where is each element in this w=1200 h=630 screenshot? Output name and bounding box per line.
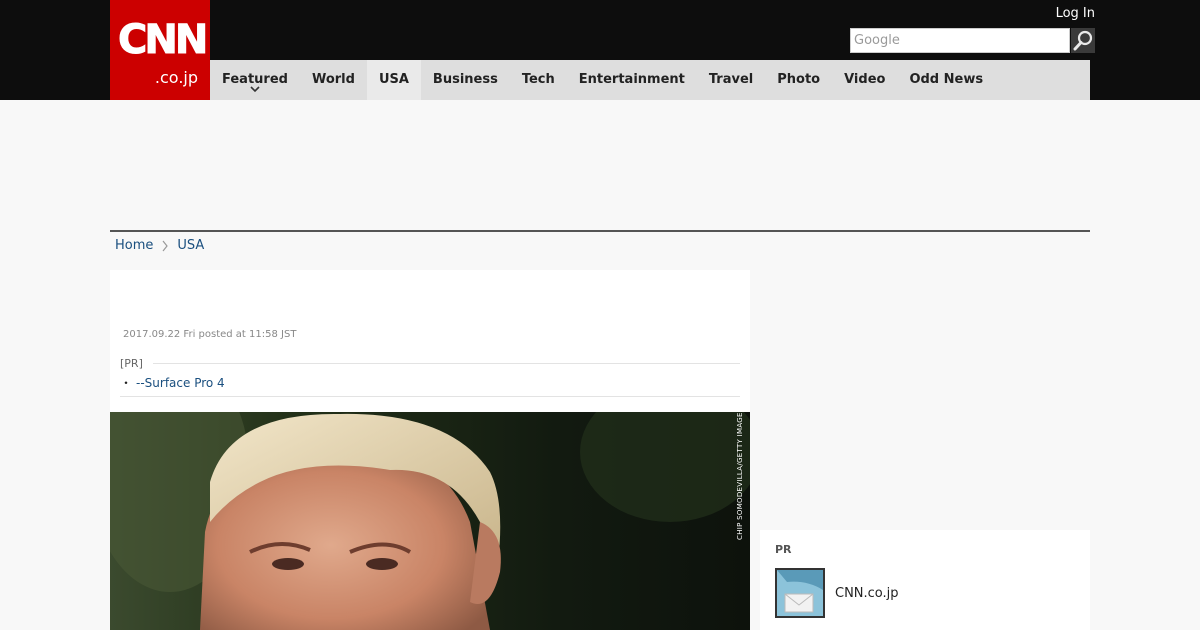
chevron-down-icon — [250, 86, 260, 93]
breadcrumb-usa[interactable]: USA — [177, 238, 204, 253]
breadcrumb: Home USA — [115, 238, 204, 253]
nav-item-business[interactable]: Business — [421, 60, 510, 100]
logo-main: CNN — [118, 17, 209, 63]
nav-item-travel[interactable]: Travel — [697, 60, 765, 100]
pr-link[interactable]: --Surface Pro 4 — [136, 376, 225, 390]
main-nav: Featured World USA Business Tech Enterta… — [210, 60, 1090, 100]
pr-thumbnail[interactable] — [775, 568, 825, 618]
cnn-logo[interactable]: CNN .co.jp — [110, 0, 210, 100]
pr-divider-bottom — [120, 396, 740, 397]
search-form — [850, 28, 1095, 53]
search-button[interactable] — [1071, 28, 1095, 53]
nav-item-video[interactable]: Video — [832, 60, 897, 100]
pr-block: [PR] ・ --Surface Pro 4 — [120, 357, 740, 397]
photo-illustration — [110, 412, 750, 630]
ad-space — [110, 100, 1090, 230]
nav-item-label: Travel — [708, 72, 754, 87]
nav-item-label: Tech — [521, 72, 555, 87]
breadcrumb-home[interactable]: Home — [115, 238, 153, 253]
nav-item-label: USA — [378, 72, 409, 87]
section-divider — [110, 230, 1090, 232]
pr-label: [PR] — [120, 357, 153, 370]
nav-item-odd-news[interactable]: Odd News — [897, 60, 995, 100]
nav-item-entertainment[interactable]: Entertainment — [567, 60, 697, 100]
nav-item-label: Odd News — [909, 72, 984, 87]
nav-item-label: Photo — [777, 72, 821, 87]
magnifier-icon — [1073, 30, 1093, 51]
envelope-icon — [777, 570, 823, 616]
nav-item-tech[interactable]: Tech — [510, 60, 567, 100]
pr-divider — [120, 363, 740, 364]
nav-item-photo[interactable]: Photo — [765, 60, 832, 100]
nav-item-world[interactable]: World — [300, 60, 367, 100]
logo-sub: .co.jp — [154, 68, 198, 87]
photo-credit-text: CHIP SOMODEVILLA/GETTY IMAGES — [736, 412, 744, 540]
sidebar-pr-title: PR — [775, 543, 792, 556]
photo-credit: CHIP SOMODEVILLA/GETTY IMAGES — [734, 412, 750, 544]
search-input[interactable] — [850, 28, 1070, 53]
nav-item-label: Entertainment — [578, 72, 685, 87]
nav-item-label: Business — [432, 72, 498, 87]
pr-bullet: ・ — [120, 376, 133, 390]
sidebar-pr-text[interactable]: CNN.co.jp — [835, 586, 899, 601]
login-link[interactable]: Log In — [1056, 6, 1095, 21]
posted-date: 2017.09.22 Fri posted at 11:58 JST — [123, 329, 297, 340]
sidebar-pr-box: PR CNN.co.jp — [760, 530, 1090, 630]
top-bar: CNN .co.jp Log In Featured World USA Bus… — [0, 0, 1200, 100]
nav-item-label: Video — [844, 72, 886, 87]
nav-item-usa[interactable]: USA — [366, 60, 421, 100]
article-card: 2017.09.22 Fri posted at 11:58 JST [PR] … — [110, 270, 750, 630]
pr-item: ・ --Surface Pro 4 — [120, 374, 225, 391]
chevron-right-icon — [162, 240, 169, 251]
article-photo[interactable]: CHIP SOMODEVILLA/GETTY IMAGES — [110, 412, 750, 630]
nav-item-featured[interactable]: Featured — [210, 60, 300, 100]
nav-item-label: World — [311, 72, 355, 87]
